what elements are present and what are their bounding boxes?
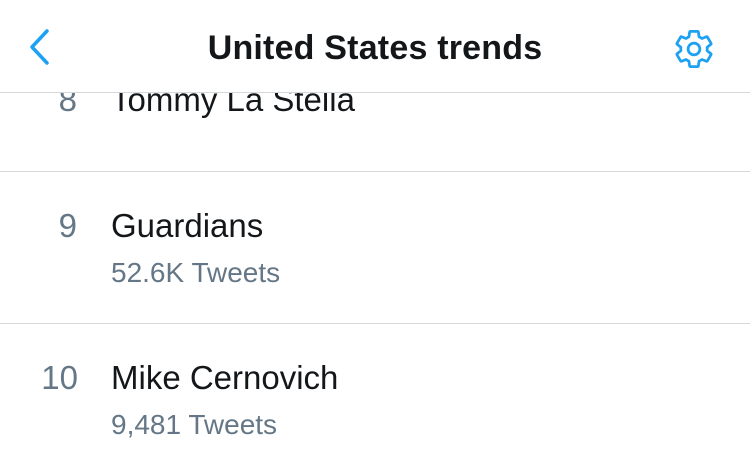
trend-rank: 10 [41, 359, 78, 396]
trend-name: Guardians [111, 207, 264, 244]
trend-tweet-count: 52.6K Tweets [111, 257, 281, 288]
trend-tweet-count: 9,481 Tweets [111, 409, 278, 440]
trend-row[interactable]: 10 Mike Cernovich 9,481 Tweets [0, 324, 750, 471]
trend-row[interactable]: 9 Guardians 52.6K Tweets [0, 172, 750, 324]
settings-button[interactable] [668, 26, 720, 72]
trend-name: Mike Cernovich [111, 359, 339, 396]
gear-icon [675, 30, 713, 68]
trend-rank: 9 [58, 207, 77, 244]
page-title: United States trends [207, 29, 543, 67]
navigation-bar: United States trends [0, 0, 750, 93]
